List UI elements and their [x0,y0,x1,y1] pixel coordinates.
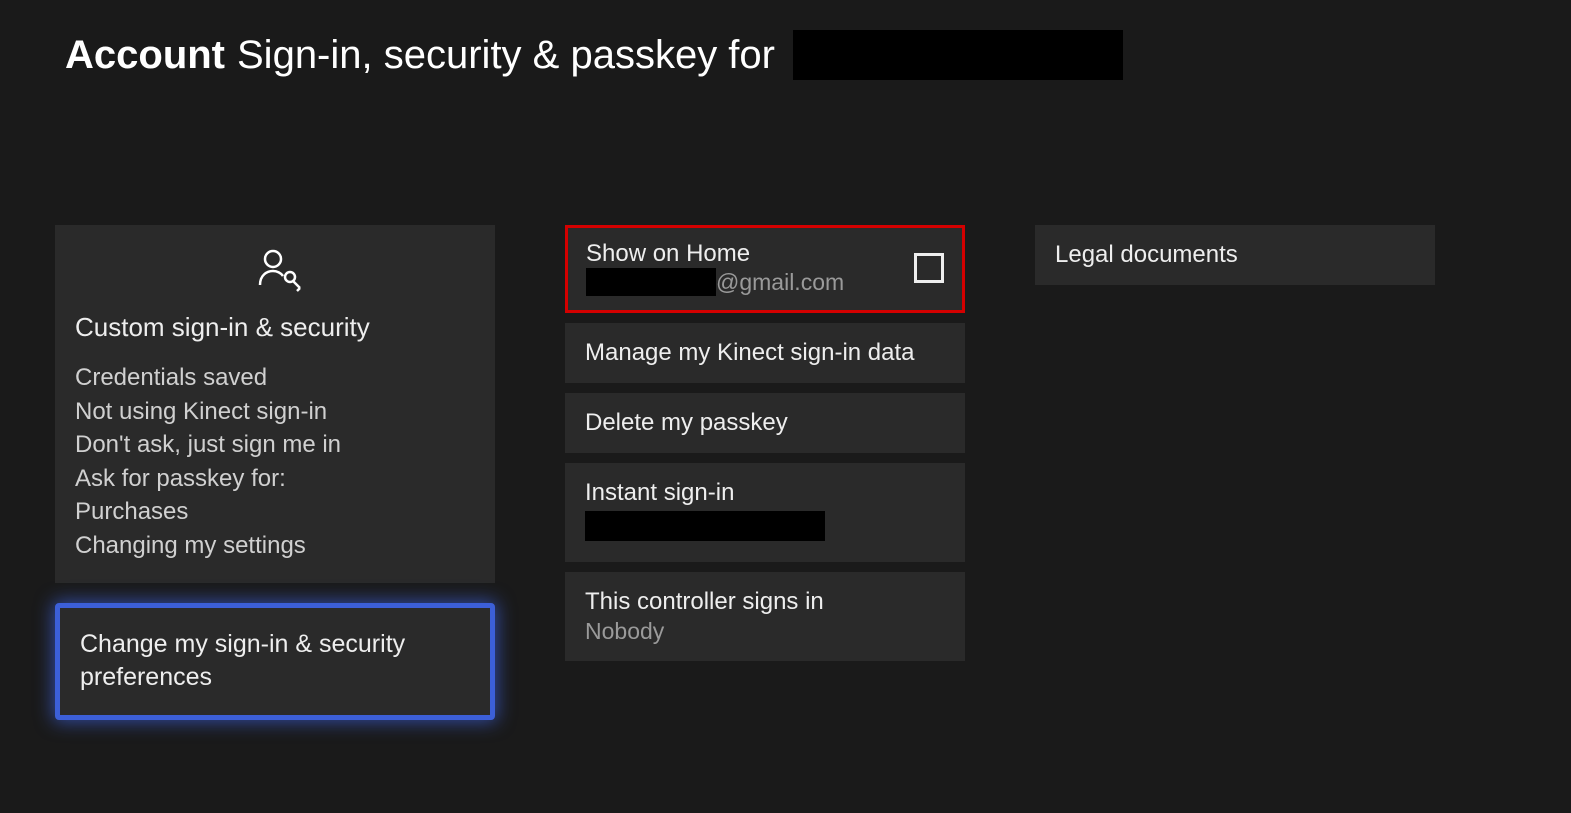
controller-signin-value: Nobody [585,618,945,645]
show-on-home-item[interactable]: Show on Home @gmail.com [565,225,965,313]
instant-signin-title: Instant sign-in [585,479,945,507]
delete-passkey-item[interactable]: Delete my passkey [565,393,965,453]
gamertag-redacted [793,30,1123,80]
page-title-bold: Account [65,33,225,78]
left-column: Custom sign-in & security Credentials sa… [55,225,495,720]
right-column: Legal documents [1035,225,1435,285]
email-domain: @gmail.com [716,269,844,296]
page-header: Account Sign-in, security & passkey for [0,0,1571,80]
instant-signin-item[interactable]: Instant sign-in [565,463,965,562]
controller-signin-title: This controller signs in [585,588,945,616]
status-line: Don't ask, just sign me in [75,428,475,462]
status-line: Credentials saved [75,361,475,395]
signin-security-card: Custom sign-in & security Credentials sa… [55,225,495,583]
content-area: Custom sign-in & security Credentials sa… [0,80,1571,720]
status-line: Not using Kinect sign-in [75,395,475,429]
legal-documents-item[interactable]: Legal documents [1035,225,1435,285]
email-local-redacted [586,268,716,296]
person-key-icon [255,247,475,300]
email-line: @gmail.com [586,268,844,296]
show-on-home-text: Show on Home @gmail.com [586,240,844,296]
page-title-light: Sign-in, security & passkey for [237,33,775,78]
manage-kinect-label: Manage my Kinect sign-in data [585,339,945,367]
delete-passkey-label: Delete my passkey [585,409,945,437]
show-on-home-title: Show on Home [586,240,844,268]
show-on-home-checkbox[interactable] [914,253,944,283]
status-line: Ask for passkey for: [75,462,475,496]
instant-signin-value-redacted [585,511,825,541]
change-signin-preferences-button[interactable]: Change my sign-in & security preferences [55,603,495,721]
status-line: Purchases [75,495,475,529]
status-line: Changing my settings [75,529,475,563]
legal-documents-label: Legal documents [1055,241,1415,269]
controller-signin-item[interactable]: This controller signs in Nobody [565,572,965,661]
card-title: Custom sign-in & security [75,312,475,343]
middle-column: Show on Home @gmail.com Manage my Kinect… [565,225,965,661]
manage-kinect-item[interactable]: Manage my Kinect sign-in data [565,323,965,383]
